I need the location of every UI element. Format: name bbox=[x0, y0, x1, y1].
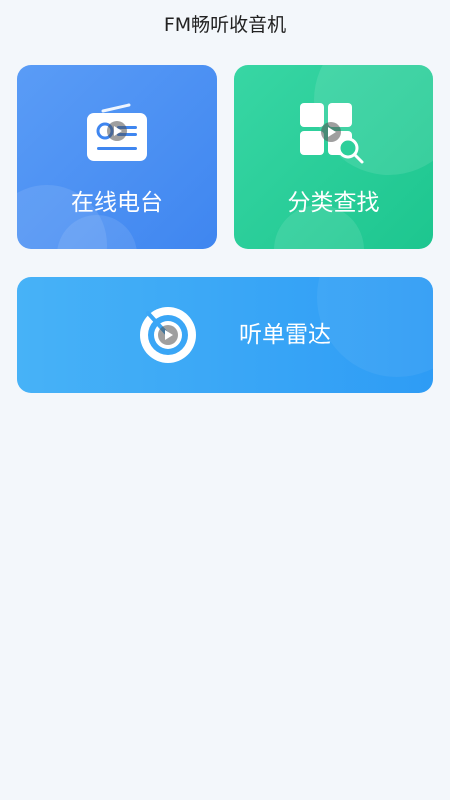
category-search-label: 分类查找 bbox=[287, 190, 380, 216]
playlist-radar-label: 听单雷达 bbox=[239, 322, 331, 348]
category-search-card[interactable]: 分类查找 bbox=[234, 65, 433, 249]
online-radio-label: 在线电台 bbox=[71, 190, 163, 216]
radio-icon bbox=[87, 103, 147, 161]
page-title: FM畅听收音机 bbox=[163, 14, 287, 36]
category-search-icon bbox=[300, 103, 364, 164]
online-radio-card[interactable]: 在线电台 bbox=[17, 65, 217, 249]
radar-icon bbox=[140, 307, 196, 363]
playlist-radar-card[interactable]: 听单雷达 bbox=[17, 277, 433, 393]
card-decoration bbox=[317, 277, 433, 377]
